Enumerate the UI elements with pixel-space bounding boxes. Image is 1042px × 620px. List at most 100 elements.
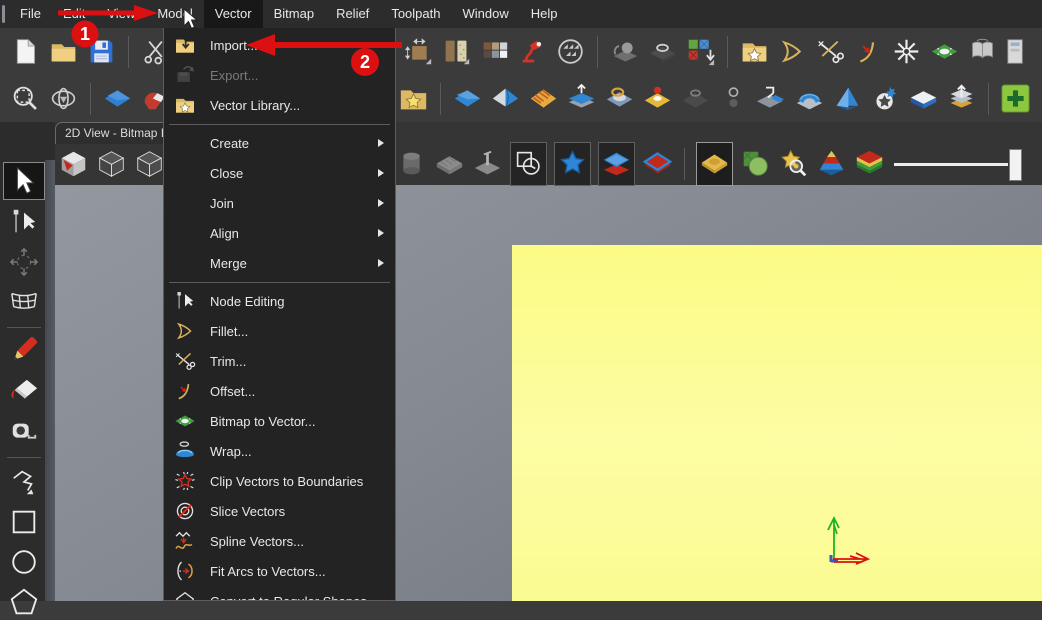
menu-model[interactable]: Model xyxy=(146,0,203,28)
measure-button[interactable] xyxy=(4,414,44,450)
pyramid-colors-button[interactable] xyxy=(816,145,847,183)
texture-relief-button[interactable] xyxy=(528,80,559,118)
menu-help[interactable]: Help xyxy=(520,0,569,28)
ellipse-button[interactable] xyxy=(4,544,44,580)
material-panels-button[interactable] xyxy=(441,33,472,71)
menu-vector[interactable]: Vector xyxy=(204,0,263,28)
view-tab[interactable]: 2D View - Bitmap La xyxy=(55,122,174,144)
select-button[interactable] xyxy=(3,162,45,200)
subtract-relief-button[interactable] xyxy=(680,80,711,118)
view-cube-red-button[interactable] xyxy=(58,145,89,183)
menu-item-spline-vectors[interactable]: Spline Vectors... xyxy=(164,526,395,556)
menu-edit[interactable]: Edit xyxy=(52,0,96,28)
add-layer-button[interactable] xyxy=(1000,80,1031,118)
zoom-star-button[interactable] xyxy=(778,145,809,183)
sculpt-ball-button[interactable] xyxy=(609,33,640,71)
panel-resize-strip[interactable] xyxy=(45,160,55,601)
blend-dots-button[interactable] xyxy=(718,80,749,118)
menu-item-clip-vectors-to-boundaries[interactable]: Clip Vectors to Boundaries xyxy=(164,466,395,496)
mirror-relief-button[interactable] xyxy=(490,80,521,118)
smooth-relief-button[interactable] xyxy=(452,80,483,118)
menu-toolpath[interactable]: Toolpath xyxy=(380,0,451,28)
menu-item-slice-vectors[interactable]: Slice Vectors xyxy=(164,496,395,526)
distort-button[interactable] xyxy=(4,284,44,320)
menu-item-align[interactable]: Align xyxy=(164,218,395,248)
transform-button[interactable] xyxy=(4,244,44,280)
smooth-diamond-button[interactable] xyxy=(102,80,133,118)
zoom-objects-button[interactable] xyxy=(10,80,41,118)
clipart-folder-button[interactable] xyxy=(398,80,429,118)
new-file-button[interactable] xyxy=(10,33,41,71)
menu-window[interactable]: Window xyxy=(451,0,519,28)
menu-item-create[interactable]: Create xyxy=(164,128,395,158)
menu-view[interactable]: View xyxy=(96,0,146,28)
shapes-green-button[interactable] xyxy=(740,145,771,183)
add-relief-button[interactable] xyxy=(642,80,673,118)
view-cube-button[interactable] xyxy=(134,145,165,183)
menu-item-trim[interactable]: Trim... xyxy=(164,346,395,376)
active-layer-gold-button[interactable] xyxy=(696,142,733,186)
emboss-ring-button[interactable] xyxy=(604,80,635,118)
rotate-view-button[interactable] xyxy=(48,80,79,118)
paste-relief-button[interactable] xyxy=(756,80,787,118)
rectangle-button[interactable] xyxy=(4,504,44,540)
menu-item-close[interactable]: Close xyxy=(164,158,395,188)
menu-item-convert-to-regular-shapes[interactable]: Convert to Regular Shapes xyxy=(164,586,395,601)
menu-item-offset[interactable]: Offset... xyxy=(164,376,395,406)
menu-item-fit-arcs-to-vectors[interactable]: Fit Arcs to Vectors... xyxy=(164,556,395,586)
menu-item-wrap[interactable]: Wrap... xyxy=(164,436,395,466)
star-vectors-button[interactable] xyxy=(554,142,591,186)
menu-item-fillet[interactable]: Fillet... xyxy=(164,316,395,346)
menu-item-vector-library[interactable]: Vector Library... xyxy=(164,90,395,120)
save-file-button[interactable] xyxy=(86,33,117,71)
zoom-slider[interactable] xyxy=(892,145,1024,183)
node-edit-button[interactable] xyxy=(4,204,44,240)
offset-button[interactable] xyxy=(853,33,884,71)
menu-item-export[interactable]: Export... xyxy=(164,60,395,90)
cylinder-tool-button[interactable] xyxy=(396,145,427,183)
view-cube-button[interactable] xyxy=(96,145,127,183)
open-file-button[interactable] xyxy=(48,33,79,71)
slab-tool-button[interactable] xyxy=(434,145,465,183)
toolbar-separator xyxy=(684,148,685,180)
preview-toggle-button[interactable] xyxy=(510,142,547,186)
stack-layers-button[interactable] xyxy=(946,80,977,118)
panel-partial-button[interactable] xyxy=(1005,33,1036,71)
fillet-button[interactable] xyxy=(777,33,808,71)
model-size-button[interactable] xyxy=(403,33,434,71)
drill-tool-button[interactable] xyxy=(472,145,503,183)
low-relief-button[interactable] xyxy=(908,80,939,118)
toolbar-grip[interactable] xyxy=(2,5,5,23)
raise-relief-button[interactable] xyxy=(566,80,597,118)
menu-relief[interactable]: Relief xyxy=(325,0,380,28)
bitmap-layers-grid-button[interactable] xyxy=(685,33,716,71)
menu-item-node-editing[interactable]: Node Editing xyxy=(164,286,395,316)
menu-item-bitmap-to-vector[interactable]: Bitmap to Vector... xyxy=(164,406,395,436)
model-views-button[interactable] xyxy=(555,33,586,71)
vector-library-button[interactable] xyxy=(739,33,770,71)
bitmap-to-vector-button[interactable] xyxy=(929,33,960,71)
heightmap-colors-button[interactable] xyxy=(854,145,885,183)
model-sheet[interactable] xyxy=(512,245,1042,601)
relief-book-button[interactable] xyxy=(967,33,998,71)
extrude-wedge-button[interactable] xyxy=(832,80,863,118)
light-lamp-button[interactable] xyxy=(517,33,548,71)
color-palette-button[interactable] xyxy=(479,33,510,71)
menu-item-import[interactable]: Import... xyxy=(164,30,395,60)
relief-layers-button[interactable] xyxy=(598,142,635,186)
polyline-button[interactable] xyxy=(4,464,44,500)
menu-bitmap[interactable]: Bitmap xyxy=(263,0,325,28)
menu-file[interactable]: File xyxy=(9,0,52,28)
drape-relief-button[interactable] xyxy=(794,80,825,118)
sculpt-star-button[interactable] xyxy=(870,80,901,118)
paint-button[interactable] xyxy=(4,334,44,370)
frame-layer-button[interactable] xyxy=(642,145,673,183)
erase-button[interactable] xyxy=(4,374,44,410)
menu-item-join[interactable]: Join xyxy=(164,188,395,218)
zoom-slider-thumb[interactable] xyxy=(1009,149,1022,181)
menu-item-merge[interactable]: Merge xyxy=(164,248,395,278)
trim-button[interactable] xyxy=(815,33,846,71)
texture-flower-button[interactable] xyxy=(891,33,922,71)
relief-layer-ring-button[interactable] xyxy=(647,33,678,71)
polygon-button[interactable] xyxy=(4,584,44,620)
